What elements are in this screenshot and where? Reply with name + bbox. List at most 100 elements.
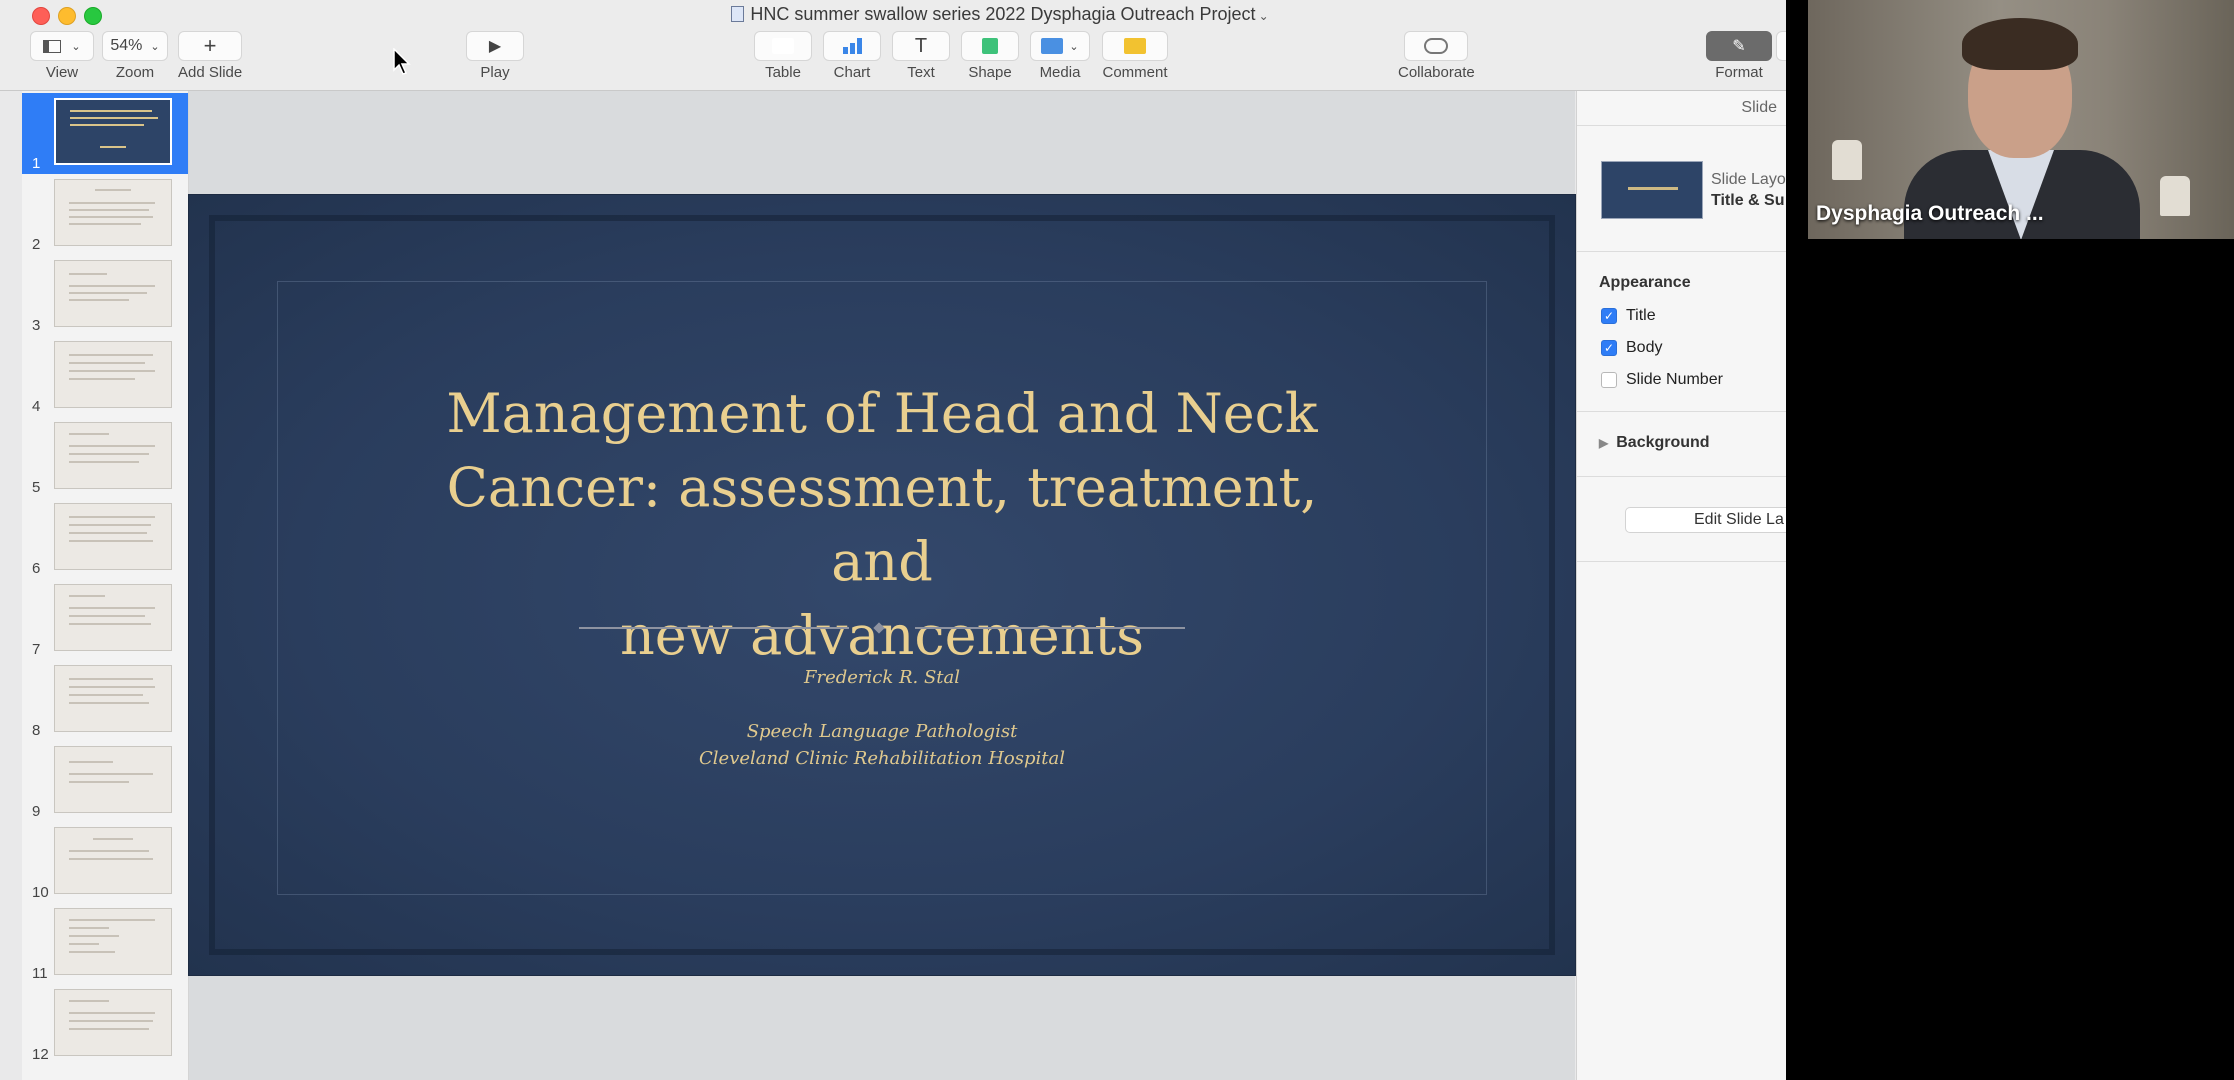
- play-icon: ▶: [488, 38, 502, 55]
- toolbar: HNC summer swallow series 2022 Dysphagia…: [0, 0, 1786, 91]
- collaborate-control[interactable]: Collaborate: [1398, 31, 1475, 81]
- participant-figure-hair: [1962, 18, 2078, 70]
- slide-thumbnail-2[interactable]: 2: [22, 174, 188, 255]
- slide-thumbnail-6[interactable]: 6: [22, 498, 188, 579]
- media-label: Media: [1039, 64, 1081, 81]
- slide-affiliation[interactable]: Cleveland Clinic Rehabilitation Hospital: [189, 748, 1575, 769]
- lamp-shape: [1832, 140, 1862, 180]
- slide-number: 11: [32, 965, 48, 982]
- slide-number: 9: [32, 803, 41, 820]
- body-checkbox-row[interactable]: ✓ Body: [1601, 339, 1662, 357]
- divider: [1577, 125, 1786, 126]
- tab-slide[interactable]: Slide: [1741, 99, 1777, 117]
- current-slide[interactable]: Management of Head and Neck Cancer: asse…: [189, 195, 1575, 975]
- divider: [1577, 411, 1786, 412]
- comment-button[interactable]: [1102, 31, 1168, 61]
- table-icon: [772, 38, 794, 54]
- slide-number-checkbox-row[interactable]: Slide Number: [1601, 371, 1723, 389]
- participant-name: Dysphagia Outreach ...: [1816, 202, 2044, 225]
- body-checkbox-label: Body: [1626, 339, 1663, 356]
- table-button[interactable]: [754, 31, 812, 61]
- shape-button[interactable]: [961, 31, 1019, 61]
- slide-number-checkbox-label: Slide Number: [1626, 371, 1723, 388]
- slide-canvas[interactable]: Management of Head and Neck Cancer: asse…: [189, 91, 1575, 1080]
- shape-control[interactable]: Shape: [961, 31, 1019, 81]
- view-button[interactable]: ⌄: [30, 31, 94, 61]
- add-slide-button[interactable]: +: [178, 31, 243, 61]
- slide-thumbnail-7[interactable]: 7: [22, 579, 188, 660]
- collaborate-button[interactable]: [1404, 31, 1469, 61]
- comment-icon: [1124, 38, 1146, 54]
- slide-thumbnail-1[interactable]: 1: [22, 93, 188, 174]
- zoom-select[interactable]: 54% ⌄: [102, 31, 168, 61]
- chart-control[interactable]: Chart: [823, 31, 881, 81]
- slide-number: 12: [32, 1046, 49, 1063]
- slide-number: 4: [32, 398, 41, 415]
- collaborate-icon: [1424, 38, 1449, 54]
- slide-thumbnail-image: [54, 827, 172, 894]
- collaborate-label: Collaborate: [1398, 64, 1475, 81]
- zoom-value: 54%: [110, 37, 143, 54]
- format-button[interactable]: ✎: [1706, 31, 1772, 61]
- slide-thumbnail-10[interactable]: 10: [22, 822, 188, 903]
- participant-video-tile[interactable]: Dysphagia Outreach ...: [1808, 0, 2234, 239]
- title-checkbox-row[interactable]: ✓ Title: [1601, 307, 1656, 325]
- title-checkbox[interactable]: ✓: [1601, 308, 1617, 324]
- slide-layout-thumbnail[interactable]: [1601, 161, 1703, 219]
- background-disclosure[interactable]: ▶ Background: [1599, 434, 1710, 452]
- slide-thumbnail-9[interactable]: 9: [22, 741, 188, 822]
- text-label: Text: [907, 64, 935, 81]
- play-control[interactable]: ▶ Play: [466, 31, 524, 81]
- slide-thumbnail-image: [54, 422, 172, 489]
- slide-title-line: Management of Head and Neck: [446, 382, 1318, 445]
- slide-thumbnail-11[interactable]: 11: [22, 903, 188, 984]
- chevron-down-icon: ⌄: [1258, 9, 1269, 23]
- slide-navigator[interactable]: 1 2 3 4 5 6 7 8 9 10 11 12: [22, 91, 189, 1080]
- media-button[interactable]: ⌄: [1030, 31, 1090, 61]
- slide-thumbnail-image: [54, 98, 172, 165]
- text-icon: T: [914, 34, 928, 57]
- shape-label: Shape: [968, 64, 1012, 81]
- document-title[interactable]: HNC summer swallow series 2022 Dysphagia…: [0, 4, 1786, 25]
- slide-layout-name[interactable]: Title & Su: [1711, 192, 1785, 210]
- zoom-control[interactable]: 54% ⌄ Zoom: [102, 31, 168, 81]
- play-button[interactable]: ▶: [466, 31, 524, 61]
- appearance-header: Appearance: [1599, 274, 1691, 291]
- slide-thumbnail-image: [54, 665, 172, 732]
- view-control[interactable]: ⌄ View: [30, 31, 94, 81]
- slide-number-checkbox[interactable]: [1601, 372, 1617, 388]
- slide-number: 7: [32, 641, 41, 658]
- divider: [1577, 561, 1786, 562]
- edit-slide-layout-button[interactable]: Edit Slide La: [1625, 507, 1786, 533]
- slide-thumbnail-image: [54, 179, 172, 246]
- slide-thumbnail-3[interactable]: 3: [22, 255, 188, 336]
- chart-button[interactable]: [823, 31, 881, 61]
- slide-number: 8: [32, 722, 41, 739]
- text-control[interactable]: T Text: [892, 31, 950, 81]
- animate-control[interactable]: A: [1776, 31, 1786, 81]
- slide-number: 5: [32, 479, 41, 496]
- slide-thumbnail-12[interactable]: 12: [22, 984, 188, 1065]
- slide-layout-label: Slide Layo: [1711, 171, 1786, 188]
- slide-thumbnail-image: [54, 260, 172, 327]
- slide-thumbnail-4[interactable]: 4: [22, 336, 188, 417]
- add-slide-control[interactable]: + Add Slide: [178, 31, 242, 81]
- slide-author[interactable]: Frederick R. Stal: [189, 667, 1575, 688]
- slide-thumbnail-5[interactable]: 5: [22, 417, 188, 498]
- media-control[interactable]: ⌄ Media: [1030, 31, 1090, 81]
- document-icon: [731, 6, 745, 22]
- slide-thumbnail-8[interactable]: 8: [22, 660, 188, 741]
- play-label: Play: [480, 64, 510, 81]
- format-label: Format: [1715, 64, 1763, 81]
- chevron-down-icon: ⌄: [150, 40, 160, 53]
- body-checkbox[interactable]: ✓: [1601, 340, 1617, 356]
- animate-button[interactable]: [1776, 31, 1786, 61]
- chevron-down-icon: ⌄: [71, 40, 81, 53]
- text-button[interactable]: T: [892, 31, 950, 61]
- slide-thumbnail-image: [54, 989, 172, 1056]
- table-control[interactable]: Table: [754, 31, 812, 81]
- comment-control[interactable]: Comment: [1102, 31, 1168, 81]
- format-control[interactable]: ✎ Format: [1706, 31, 1772, 81]
- divider: [1577, 476, 1786, 477]
- slide-role[interactable]: Speech Language Pathologist: [189, 721, 1575, 742]
